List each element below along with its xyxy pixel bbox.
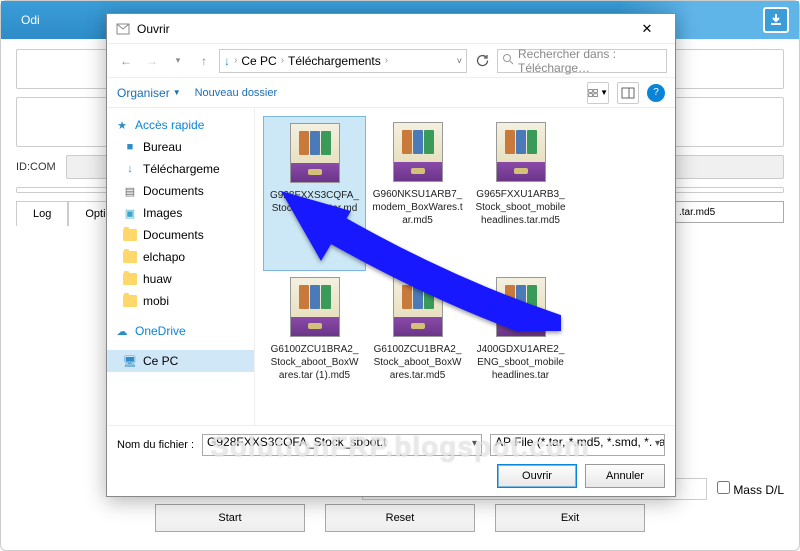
dialog-title-bar: Ouvrir ✕: [107, 14, 675, 44]
tree-downloads[interactable]: ↓Téléchargeme: [107, 158, 254, 180]
tree-mobi[interactable]: mobi: [107, 290, 254, 312]
close-button[interactable]: ✕: [627, 14, 667, 43]
address-dropdown-icon[interactable]: ˅: [457, 56, 462, 66]
help-button[interactable]: ?: [647, 84, 665, 102]
breadcrumb-root[interactable]: Ce PC: [241, 54, 276, 68]
file-item[interactable]: G965FXXU1ARB3_Stock_sboot_mobileheadline…: [469, 116, 572, 271]
tree-huaw[interactable]: huaw: [107, 268, 254, 290]
tree-this-pc[interactable]: 🖥Ce PC: [107, 350, 254, 372]
file-label: G928FXXS3CQFA_Stock_sboot.tar.md5: [270, 189, 359, 228]
file-label: G6100ZCU1BRA2_Stock_aboot_BoxWares.tar (…: [269, 343, 360, 382]
tree-desktop[interactable]: ■Bureau: [107, 136, 254, 158]
tree-documents2[interactable]: Documents: [107, 224, 254, 246]
tree-documents[interactable]: ▤Documents: [107, 180, 254, 202]
tree-quick-access[interactable]: ★Accès rapide: [107, 114, 254, 136]
archive-icon: [496, 277, 546, 337]
download-arrow-icon: ↓: [224, 54, 230, 68]
address-bar[interactable]: ↓ › Ce PC › Téléchargements › ˅: [219, 49, 467, 73]
nav-tree: ★Accès rapide ■Bureau ↓Téléchargeme ▤Doc…: [107, 108, 255, 425]
start-button[interactable]: Start: [155, 504, 305, 532]
cancel-button[interactable]: Annuler: [585, 464, 665, 488]
filename-input[interactable]: G928FXXS3CQFA_Stock_sboot.t: [202, 434, 482, 456]
tree-images[interactable]: ▣Images: [107, 202, 254, 224]
archive-icon: [393, 122, 443, 182]
preview-pane-button[interactable]: [617, 82, 639, 104]
archive-icon: [290, 123, 340, 183]
refresh-button[interactable]: [471, 50, 493, 72]
file-label: J400GDXU1ARE2_ENG_sboot_mobileheadlines.…: [475, 343, 566, 382]
nav-forward-button[interactable]: →: [141, 50, 163, 72]
search-icon: [502, 53, 514, 68]
file-item[interactable]: G928FXXS3CQFA_Stock_sboot.tar.md5: [263, 116, 366, 271]
new-folder-button[interactable]: Nouveau dossier: [195, 87, 278, 99]
tab-log[interactable]: Log: [16, 201, 68, 226]
tree-elchapo[interactable]: elchapo: [107, 246, 254, 268]
dialog-icon: [115, 21, 131, 37]
nav-back-button[interactable]: ←: [115, 50, 137, 72]
nav-up-button[interactable]: ↑: [193, 50, 215, 72]
dialog-title: Ouvrir: [137, 22, 170, 36]
search-placeholder: Rechercher dans : Télécharge…: [518, 47, 662, 75]
breadcrumb-folder[interactable]: Téléchargements: [288, 54, 381, 68]
file-item[interactable]: J400GDXU1ARE2_ENG_sboot_mobileheadlines.…: [469, 271, 572, 425]
file-item[interactable]: G960NKSU1ARB7_modem_BoxWares.tar.md5: [366, 116, 469, 271]
archive-icon: [393, 277, 443, 337]
organize-button[interactable]: Organiser ▼: [117, 86, 181, 100]
download-icon: [763, 7, 789, 33]
file-item[interactable]: G6100ZCU1BRA2_Stock_aboot_BoxWares.tar (…: [263, 271, 366, 425]
exit-button[interactable]: Exit: [495, 504, 645, 532]
files-pane[interactable]: G928FXXS3CQFA_Stock_sboot.tar.md5 G960NK…: [255, 108, 675, 425]
nav-recent-button[interactable]: ▾: [167, 50, 189, 72]
file-item[interactable]: G6100ZCU1BRA2_Stock_aboot_BoxWares.tar.m…: [366, 271, 469, 425]
search-input[interactable]: Rechercher dans : Télécharge…: [497, 49, 667, 73]
filetype-filter[interactable]: AP File (*.tar, *.md5, *.smd, *.ga: [490, 434, 665, 456]
filename-label: Nom du fichier :: [117, 439, 194, 451]
view-options-button[interactable]: ▼: [587, 82, 609, 104]
ap-path-input[interactable]: [674, 201, 784, 223]
odin-title: Odi: [21, 13, 40, 27]
open-button[interactable]: Ouvrir: [497, 464, 577, 488]
archive-icon: [496, 122, 546, 182]
file-open-dialog: Ouvrir ✕ ← → ▾ ↑ ↓ › Ce PC › Téléchargem…: [106, 13, 676, 497]
idcom-label: ID:COM: [16, 161, 56, 173]
file-label: G960NKSU1ARB7_modem_BoxWares.tar.md5: [372, 188, 463, 227]
reset-button[interactable]: Reset: [325, 504, 475, 532]
archive-icon: [290, 277, 340, 337]
tree-onedrive[interactable]: ☁OneDrive: [107, 320, 254, 342]
file-label: G6100ZCU1BRA2_Stock_aboot_BoxWares.tar.m…: [372, 343, 463, 382]
file-label: G965FXXU1ARB3_Stock_sboot_mobileheadline…: [475, 188, 566, 227]
